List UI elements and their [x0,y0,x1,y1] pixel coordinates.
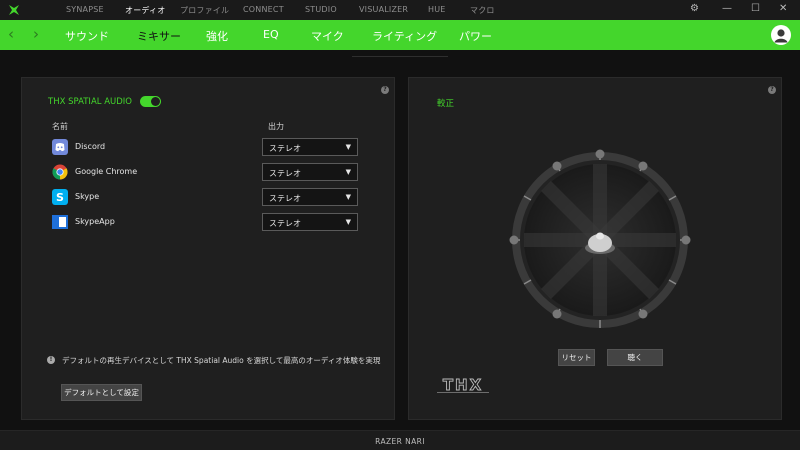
calibration-title: 較正 [437,99,455,109]
maximize-icon[interactable]: ☐ [751,3,760,14]
mixer-help-icon[interactable]: ? [381,86,389,94]
speaker-side-right[interactable] [681,235,691,245]
chevron-down-icon: ▼ [345,168,351,176]
settings-gear-icon[interactable]: ⚙ [690,3,699,14]
svg-text:THX: THX [443,376,483,393]
top-tab-hue[interactable]: HUE [428,5,446,14]
tab-power[interactable]: パワー [459,28,492,44]
top-tab-audio[interactable]: オーディオ [125,5,165,16]
top-tab-profiles[interactable]: プロファイル [180,5,229,16]
output-select-skypeapp[interactable]: ステレオ ▼ [262,213,358,231]
tab-mic[interactable]: マイク [311,28,344,44]
app-name-google-chrome: Google Chrome [75,167,138,176]
tab-eq[interactable]: EQ [263,28,279,41]
speaker-side-left[interactable] [509,235,519,245]
user-avatar[interactable] [771,25,791,45]
speaker-front-right[interactable] [638,161,648,171]
skype-icon: S [52,189,68,205]
top-tab-connect[interactable]: CONNECT [243,5,284,14]
thx-spatial-audio-label: THX SPATIAL AUDIO [48,97,132,107]
tab-enhancement[interactable]: 強化 [206,28,228,44]
mixer-panel [21,77,395,420]
output-select-skypeapp-value: ステレオ [269,219,301,228]
chrome-icon [52,164,68,180]
title-bar: SYNAPSE オーディオ プロファイル CONNECT STUDIO VISU… [0,0,800,20]
output-select-skype-value: ステレオ [269,194,301,203]
discord-icon [52,139,68,155]
calibration-help-icon[interactable]: ? [768,86,776,94]
top-tab-studio[interactable]: STUDIO [305,5,337,14]
output-select-google-chrome-value: ステレオ [269,169,301,178]
thx-spatial-audio-toggle[interactable] [140,96,161,107]
speaker-front-left[interactable] [552,161,562,171]
speaker-front-center[interactable] [595,149,605,159]
info-icon: ! [47,356,55,364]
listen-button[interactable]: 聴く [607,349,663,366]
footer-bar: RAZER NARI [0,430,800,450]
set-as-default-button[interactable]: デフォルトとして設定 [61,384,142,401]
forward-arrow-icon[interactable]: › [33,25,39,43]
chevron-down-icon: ▼ [345,143,351,151]
top-tab-visualizer[interactable]: VISUALIZER [359,5,408,14]
top-tab-macro[interactable]: マクロ [470,5,495,16]
app-row-skype: S Skype ステレオ ▼ [52,187,372,207]
top-tab-synapse[interactable]: SYNAPSE [66,5,104,14]
device-name: RAZER NARI [375,437,425,446]
app-name-skype: Skype [75,192,100,201]
back-arrow-icon[interactable]: ‹ [8,25,14,43]
minimize-icon[interactable]: — [722,3,732,14]
app-row-google-chrome: Google Chrome ステレオ ▼ [52,162,372,182]
user-profile-icon [774,29,788,43]
chevron-down-icon: ▼ [345,193,351,201]
app-name-discord: Discord [75,142,106,151]
column-header-output: 出力 [268,122,284,131]
output-select-discord[interactable]: ステレオ ▼ [262,138,358,156]
speaker-calibration-diagram[interactable] [500,148,700,338]
column-header-name: 名前 [52,122,68,131]
app-row-discord: Discord ステレオ ▼ [52,137,372,157]
close-icon[interactable]: ✕ [779,3,787,14]
tab-mixer[interactable]: ミキサー [137,28,181,44]
reset-button[interactable]: リセット [558,349,595,366]
default-device-notice: デフォルトの再生デバイスとして THX Spatial Audio を選択して最… [62,356,381,365]
content-divider [352,56,448,57]
output-select-discord-value: ステレオ [269,144,301,153]
output-select-google-chrome[interactable]: ステレオ ▼ [262,163,358,181]
thx-logo: THX [437,376,489,393]
skypeapp-icon [52,215,68,229]
tab-sound[interactable]: サウンド [65,28,109,44]
speaker-rear-right[interactable] [638,309,648,319]
speaker-rear-left[interactable] [552,309,562,319]
app-row-skypeapp: SkypeApp ステレオ ▼ [52,212,372,232]
output-select-skype[interactable]: ステレオ ▼ [262,188,358,206]
chevron-down-icon: ▼ [345,218,351,226]
sub-navigation-bar: ‹ › サウンド ミキサー 強化 EQ マイク ライティング パワー [0,20,800,50]
svg-text:S: S [56,191,64,204]
razer-logo-icon[interactable] [6,2,22,18]
app-name-skypeapp: SkypeApp [75,217,115,226]
tab-lighting[interactable]: ライティング [372,28,437,44]
